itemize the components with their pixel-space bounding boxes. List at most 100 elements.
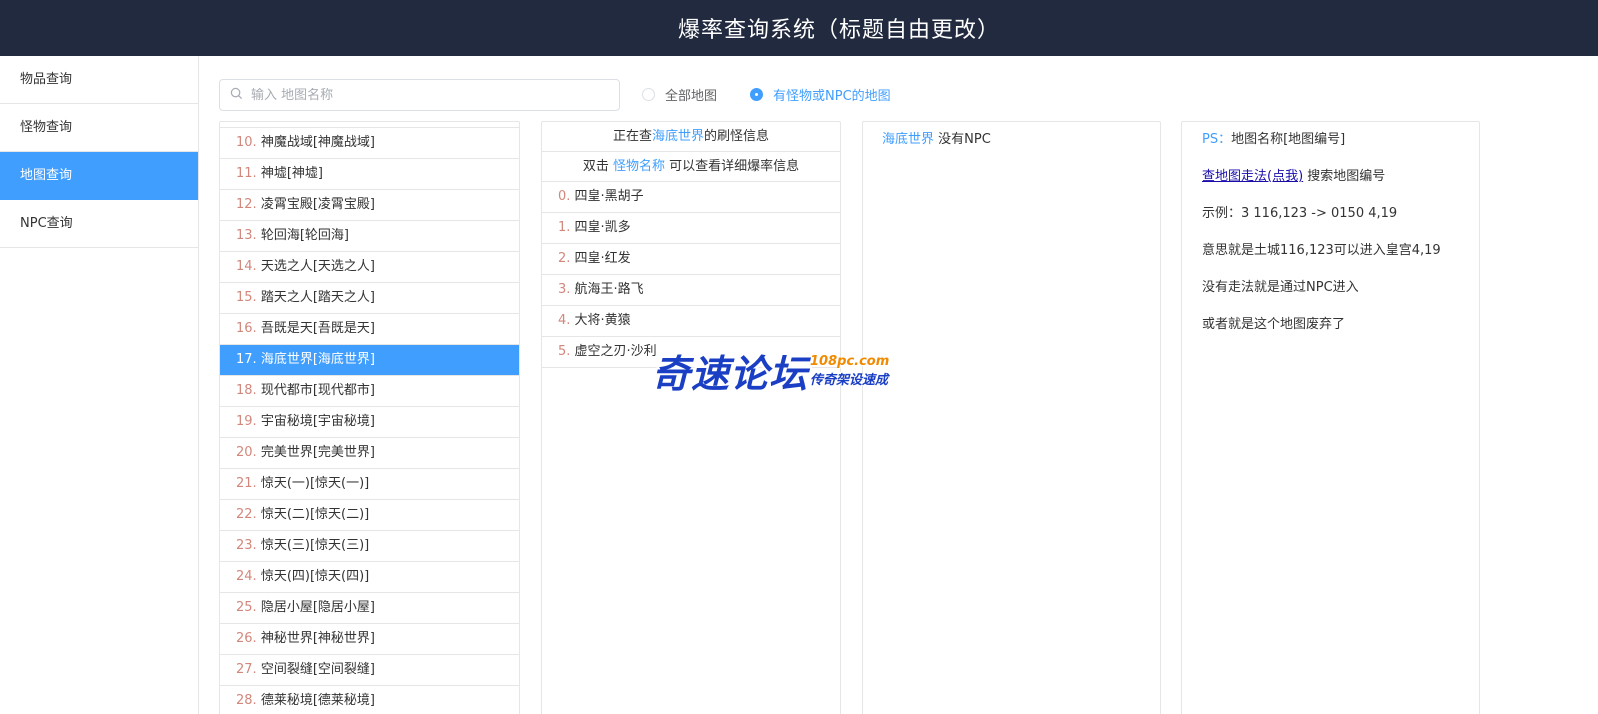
map-list-item[interactable]: 14. 天选之人[天选之人] [220, 252, 519, 283]
monster-name: 虚空之刃·沙利 [574, 344, 657, 359]
map-name: 惊天(二)[惊天(二)] [260, 507, 370, 522]
map-name: 神魔战域[神魔战域] [260, 135, 375, 150]
current-map-name: 海底世界 [651, 129, 704, 144]
sidebar-item-npc[interactable]: NPC查询 [0, 200, 198, 248]
npc-panel: 海底世界 没有NPC [862, 121, 1161, 714]
monster-list-item[interactable]: 5. 虚空之刃·沙利 [542, 337, 840, 368]
map-index: 27. [236, 662, 257, 677]
monster-panel-header: 正在查海底世界的刷怪信息 [542, 122, 840, 152]
radio-all-maps[interactable]: 全部地图 [642, 85, 717, 104]
map-list-item[interactable]: 15. 踏天之人[踏天之人] [220, 283, 519, 314]
map-name: 德莱秘境[德莱秘境] [260, 693, 375, 708]
monster-name: 大将·黄猿 [574, 313, 631, 328]
map-list-item[interactable]: 17. 海底世界[海底世界] [220, 345, 519, 376]
map-index: 20. [236, 445, 257, 460]
map-name: 轮回海[轮回海] [260, 228, 349, 243]
map-index: 23. [236, 538, 257, 553]
map-index: 14. [236, 259, 257, 274]
map-name: 凌霄宝殿[凌霄宝殿] [260, 197, 375, 212]
map-index: 21. [236, 476, 257, 491]
monster-index: 4. [558, 313, 571, 328]
map-index: 17. [236, 352, 257, 367]
monster-index: 5. [558, 344, 571, 359]
info-example: 示例：3 116,123 -> 0150 4,19 [1202, 206, 1398, 221]
npc-status-text: 没有NPC [938, 132, 991, 147]
monster-name: 四皇·凯多 [574, 220, 631, 235]
monster-list-item[interactable]: 2. 四皇·红发 [542, 244, 840, 275]
map-index: 16. [236, 321, 257, 336]
search-box[interactable] [219, 79, 620, 111]
radio-label: 全部地图 [665, 89, 718, 104]
sidebar-item-maps[interactable]: 地图查询 [0, 152, 198, 200]
radio-label: 有怪物或NPC的地图 [773, 89, 891, 104]
monster-index: 3. [558, 282, 571, 297]
map-list-item[interactable]: 12. 凌霄宝殿[凌霄宝殿] [220, 190, 519, 221]
header-text: 正在查 [612, 129, 652, 144]
map-list-item[interactable]: 10. 神魔战域[神魔战域] [220, 128, 519, 159]
monster-panel-hint: 双击 怪物名称 可以查看详细爆率信息 [542, 152, 840, 182]
map-list-item[interactable]: 23. 惊天(三)[惊天(三)] [220, 531, 519, 562]
map-list-item[interactable]: 26. 神秘世界[神秘世界] [220, 624, 519, 655]
map-name: 天选之人[天选之人] [260, 259, 375, 274]
map-list-item[interactable]: 18. 现代都市[现代都市] [220, 376, 519, 407]
hint-monster-name: 怪物名称 [612, 159, 665, 174]
map-name: 踏天之人[踏天之人] [260, 290, 375, 305]
map-index: 10. [236, 135, 257, 150]
map-index: 22. [236, 507, 257, 522]
map-index: 18. [236, 383, 257, 398]
map-name: 海底世界[海底世界] [260, 352, 375, 367]
map-name: 神秘世界[神秘世界] [260, 631, 375, 646]
map-route-link[interactable]: 查地图走法(点我) [1202, 169, 1303, 184]
radio-maps-with-monsters[interactable]: 有怪物或NPC的地图 [750, 85, 891, 104]
monster-index: 2. [558, 251, 571, 266]
map-list-item[interactable]: 24. 惊天(四)[惊天(四)] [220, 562, 519, 593]
map-list-item[interactable]: 16. 吾既是天[吾既是天] [220, 314, 519, 345]
map-index: 25. [236, 600, 257, 615]
monster-name: 四皇·黑胡子 [574, 189, 644, 204]
monster-list-item[interactable]: 0. 四皇·黑胡子 [542, 182, 840, 213]
map-index: 11. [236, 166, 257, 181]
sidebar: 物品查询 怪物查询 地图查询 NPC查询 [0, 56, 199, 714]
info-panel: PS：地图名称[地图编号] 查地图走法(点我) 搜索地图编号 示例：3 116,… [1181, 121, 1480, 714]
npc-map-name: 海底世界 [882, 132, 935, 147]
map-list-item[interactable]: 11. 神墟[神墟] [220, 159, 519, 190]
info-ps: PS：地图名称[地图编号] [1202, 128, 1479, 165]
map-list-item[interactable]: 25. 隐居小屋[隐居小屋] [220, 593, 519, 624]
map-name: 完美世界[完美世界] [260, 445, 375, 460]
map-index: 28. [236, 693, 257, 708]
map-index: 24. [236, 569, 257, 584]
map-index: 13. [236, 228, 257, 243]
map-name: 吾既是天[吾既是天] [260, 321, 375, 336]
map-index: 26. [236, 631, 257, 646]
map-list-item[interactable]: 22. 惊天(二)[惊天(二)] [220, 500, 519, 531]
info-meaning: 意思就是土城116,123可以进入皇宫4,19 [1202, 243, 1441, 258]
search-input[interactable] [251, 87, 611, 103]
header-bar: 爆率查询系统（标题自由更改） [0, 0, 1598, 56]
map-list-item[interactable]: 20. 完美世界[完美世界] [220, 438, 519, 469]
monster-name: 航海王·路飞 [574, 282, 644, 297]
page-title: 爆率查询系统（标题自由更改） [677, 18, 1000, 43]
map-name: 宇宙秘境[宇宙秘境] [260, 414, 375, 429]
map-name: 神墟[神墟] [260, 166, 323, 181]
map-list-item[interactable]: 21. 惊天(一)[惊天(一)] [220, 469, 519, 500]
monster-name: 四皇·红发 [574, 251, 631, 266]
sidebar-item-items[interactable]: 物品查询 [0, 56, 198, 104]
radio-dot[interactable] [642, 88, 655, 101]
sidebar-item-monsters[interactable]: 怪物查询 [0, 104, 198, 152]
map-name: 现代都市[现代都市] [260, 383, 375, 398]
hint-text: 可以查看详细爆率信息 [669, 159, 800, 174]
map-list-item[interactable]: 28. 德莱秘境[德莱秘境] [220, 686, 519, 714]
map-index: 19. [236, 414, 257, 429]
monster-list-item[interactable]: 4. 大将·黄猿 [542, 306, 840, 337]
monster-panel: 正在查海底世界的刷怪信息 双击 怪物名称 可以查看详细爆率信息 0. 四皇·黑胡… [541, 121, 841, 714]
radio-dot[interactable] [750, 88, 763, 101]
map-name: 惊天(一)[惊天(一)] [260, 476, 370, 491]
monster-list-item[interactable]: 1. 四皇·凯多 [542, 213, 840, 244]
link-suffix: 搜索地图编号 [1307, 169, 1386, 184]
map-list-item[interactable]: 19. 宇宙秘境[宇宙秘境] [220, 407, 519, 438]
map-list-item[interactable]: 27. 空间裂缝[空间裂缝] [220, 655, 519, 686]
monster-list-item[interactable]: 3. 航海王·路飞 [542, 275, 840, 306]
map-name: 惊天(三)[惊天(三)] [260, 538, 370, 553]
header-text: 的刷怪信息 [704, 129, 770, 144]
map-list-item[interactable]: 13. 轮回海[轮回海] [220, 221, 519, 252]
